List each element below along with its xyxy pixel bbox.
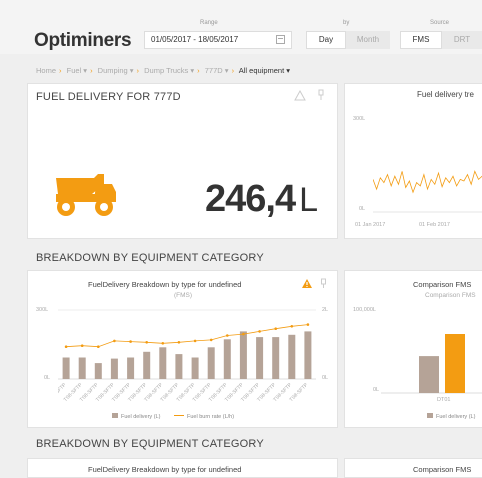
date-range-value: 01/05/2017 - 18/05/2017 [151,35,239,44]
pin-icon[interactable] [320,278,327,289]
point-burn-rate [113,339,116,343]
breadcrumb-dump-trucks[interactable]: Dump Trucks [144,66,188,75]
by-day-toggle[interactable]: Day [306,31,346,49]
breadcrumb-home[interactable]: Home [36,66,56,75]
trend-y-bottom: 0L [359,206,366,212]
bar-fuel-delivery [256,337,264,379]
bar-fuel-delivery [94,363,102,379]
comparison-chart-panel: Comparison FMS Comparison FMS 100,000L 0… [344,270,482,428]
point-burn-rate [226,334,229,337]
fuel-delivery-title: FUEL DELIVERY FOR 777D [36,91,181,103]
breakdown-chart-title: FuelDelivery Breakdown by type for undef… [88,280,242,289]
trend-x-label-1: 01 Jan 2017 [355,222,386,228]
bar-fuel-delivery [175,354,183,379]
breakdown-y-left-bottom: 0L [44,375,51,381]
section-title-2: BREAKDOWN BY EQUIPMENT CATEGORY [36,438,264,450]
fuel-value-number: 246,4 [205,178,296,220]
breakdown-y-right-top: 2L [322,307,329,313]
breakdown-chart-subtitle: (FMS) [174,292,193,299]
by-month-toggle[interactable]: Month [346,31,390,49]
date-range-input[interactable]: 01/05/2017 - 18/05/2017 [144,31,292,49]
trend-line-chart [373,170,482,213]
fuel-trend-panel: Fuel delivery tre 300L 0L 01 Jan 2017 01… [344,83,482,239]
calendar-icon[interactable] [276,35,285,44]
bar-fuel-delivery [143,351,151,379]
point-burn-rate [209,338,213,342]
comparison-x-label: DT01 [437,397,451,403]
bar-fuel-delivery [127,357,135,379]
legend-burn-rate: Fuel burn rate (L/h) [186,414,235,420]
source-label: Source [430,20,450,26]
point-burn-rate [145,341,148,344]
point-burn-rate [193,339,197,343]
point-burn-rate [80,344,84,347]
point-burn-rate [306,323,310,326]
bar-fuel-delivery [62,357,70,379]
bar-comparison [445,334,465,393]
bar-fuel-delivery [288,334,296,379]
point-burn-rate [274,327,277,330]
line-burn-rate [66,324,308,348]
trend-x-label-2: 01 Feb 2017 [419,222,450,228]
comparison-legend: Fuel delivery (L) [427,413,475,420]
breadcrumb-dumping[interactable]: Dumping [98,66,128,75]
fuel-value-unit: L [299,181,318,219]
source-drt-toggle[interactable]: DRT [442,31,482,49]
point-burn-rate [258,330,261,333]
breadcrumb-all-equipment[interactable]: All equipment [239,66,284,75]
bar-fuel-delivery [304,331,312,379]
point-burn-rate [129,340,132,343]
app-logo: Optiminers [34,30,132,51]
bar-fuel-delivery [272,337,280,379]
by-label: by [343,20,350,26]
alert-icon [302,279,312,288]
bar-fuel-delivery [223,339,231,379]
trend-y-top: 300L [353,116,366,122]
point-burn-rate [97,345,100,348]
point-burn-rate [242,332,245,336]
fuel-delivery-panel: FUEL DELIVERY FOR 777D 246,4 L [27,83,338,239]
breakdown-bar-chart: TS8-SFTPTS8-SFTPTS8-SFTPTS8-SFTPTS8-SFTP… [58,309,316,403]
breadcrumb: Home › Fuel ▾ › Dumping ▾ › Dump Trucks ▾ › … [36,66,291,75]
top-bar: Optiminers Range 01/05/2017 - 18/05/2017… [0,0,482,54]
breakdown-chart-panel: FuelDelivery Breakdown by type for undef… [27,270,338,428]
comparison-y-top: 100,000L [353,307,376,313]
point-burn-rate [290,325,294,328]
bar-fuel-delivery [191,357,199,379]
comparison-bar-chart [381,334,482,394]
dump-truck-icon [56,174,116,216]
source-fms-toggle[interactable]: FMS [400,31,442,49]
breakdown-y-right-bottom: 0L [322,375,329,381]
breakdown-chart-panel-2: FuelDelivery Breakdown by type for undef… [27,458,338,478]
breakdown-legend: Fuel delivery (L) Fuel burn rate (L/h) [112,413,234,420]
point-burn-rate [161,342,165,345]
bar-fuel-delivery [78,357,86,379]
comparison-chart-subtitle: Comparison FMS [425,292,476,299]
breadcrumb-777d[interactable]: 777D [205,66,223,75]
comparison-legend-label: Fuel delivery (L) [436,414,476,420]
pin-icon[interactable] [317,89,325,101]
comparison-chart-panel-2: Comparison FMS [344,458,482,478]
breakdown-y-left-top: 300L [36,307,49,313]
warning-icon [294,90,306,101]
legend-fuel-delivery: Fuel delivery (L) [121,414,161,420]
comparison-chart-title: Comparison FMS [413,280,472,289]
comparison-y-bottom: 0L [373,387,380,393]
fuel-delivery-value: 246,4 L [205,178,318,221]
bar-fuel-delivery [110,358,118,379]
bar-fuel-delivery [239,331,247,379]
bar-fuel-delivery [207,347,215,379]
breadcrumb-fuel[interactable]: Fuel [67,66,82,75]
bar-comparison [419,356,439,393]
point-burn-rate [177,341,181,344]
point-burn-rate [64,345,68,348]
bar-fuel-delivery [159,347,167,379]
section-title-1: BREAKDOWN BY EQUIPMENT CATEGORY [36,252,264,264]
range-label: Range [200,20,218,26]
fuel-trend-title: Fuel delivery tre [417,90,474,99]
